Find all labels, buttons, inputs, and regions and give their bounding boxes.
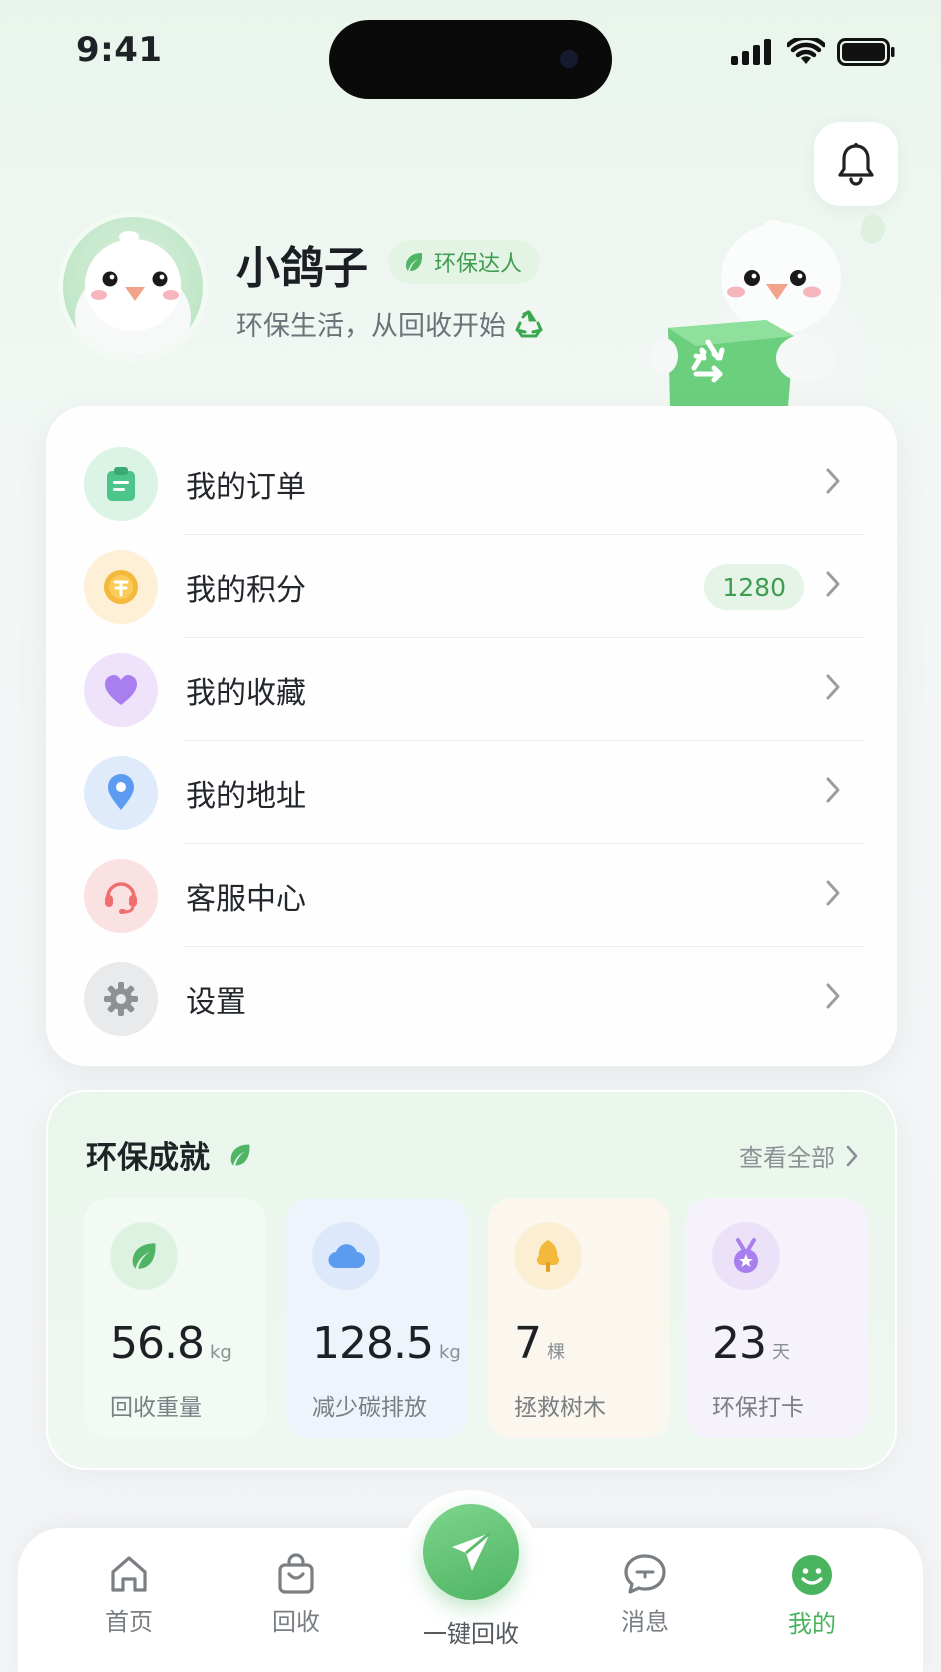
chevron-right-icon — [826, 468, 840, 494]
medal-icon — [712, 1222, 780, 1290]
stat-card-check-in-days[interactable]: 23 天 环保打卡 — [686, 1198, 868, 1438]
battery-icon — [837, 38, 895, 66]
chat-bubble-icon — [624, 1554, 666, 1594]
stat-card-recycle-weight[interactable]: 56.8 kg 回收重量 — [84, 1198, 266, 1438]
chevron-right-icon — [826, 880, 840, 906]
profile-motto: 环保生活，从回收开始 — [236, 304, 544, 343]
stat-label: 回收重量 — [110, 1395, 202, 1421]
menu-item-address[interactable]: 我的地址 — [84, 741, 864, 844]
dynamic-island — [329, 20, 612, 99]
nav-label: 消息 — [621, 1608, 669, 1636]
stat-label: 减少碳排放 — [312, 1395, 427, 1421]
nav-home[interactable]: 首页 — [69, 1552, 189, 1637]
nav-messages[interactable]: 消息 — [585, 1552, 705, 1637]
location-pin-icon — [84, 755, 158, 830]
headset-icon — [84, 858, 158, 933]
chevron-right-icon — [846, 1145, 858, 1166]
menu-card: 我的订单 我的积分 1280 我的收藏 我的地址 客服中心 设置 — [46, 406, 897, 1066]
status-icons — [731, 38, 895, 66]
status-time: 9:41 — [76, 30, 163, 70]
nav-label: 我的 — [788, 1610, 836, 1638]
mascot-pigeon-with-recycle-box — [650, 214, 886, 428]
shopping-bag-icon — [278, 1553, 314, 1594]
leaf-icon — [110, 1222, 178, 1290]
gear-icon — [84, 961, 158, 1036]
points-value-badge: 1280 — [704, 564, 804, 610]
badge-label: 环保达人 — [434, 252, 523, 277]
notification-button[interactable] — [814, 122, 898, 206]
stat-card-trees-saved[interactable]: 7棵 拯救树木 — [488, 1198, 670, 1438]
stat-card-carbon-reduction[interactable]: 128.5 kg 减少碳排放 — [286, 1198, 468, 1438]
wifi-icon — [787, 38, 825, 64]
menu-item-favorites[interactable]: 我的收藏 — [84, 638, 864, 741]
clipboard-icon — [84, 446, 158, 521]
avatar[interactable] — [58, 212, 208, 362]
leaf-icon — [230, 1144, 250, 1165]
heart-icon — [84, 652, 158, 727]
coin-icon — [84, 549, 158, 624]
chevron-right-icon — [826, 777, 840, 803]
motto-text: 环保生活，从回收开始 — [236, 311, 506, 342]
pigeon-avatar-icon — [75, 231, 191, 357]
bell-icon — [838, 143, 874, 186]
menu-item-customer-service[interactable]: 客服中心 — [84, 844, 864, 947]
stat-value: 23 — [712, 1318, 767, 1369]
quick-recycle-button[interactable] — [423, 1504, 519, 1600]
achievements-title: 环保成就 — [86, 1132, 254, 1177]
stat-value: 7 — [514, 1318, 542, 1369]
menu-item-label: 我的积分 — [186, 572, 306, 608]
leaf-icon — [406, 253, 423, 271]
recycle-icon — [515, 310, 543, 337]
achievements-title-text: 环保成就 — [86, 1140, 210, 1176]
nav-label: 回收 — [272, 1608, 320, 1636]
chevron-right-icon — [826, 674, 840, 700]
stat-unit: kg — [209, 1342, 232, 1363]
view-all-link[interactable]: 查看全部 — [739, 1138, 859, 1173]
menu-item-label: 我的地址 — [186, 778, 306, 814]
menu-item-points[interactable]: 我的积分 1280 — [84, 535, 864, 638]
nav-recycle[interactable]: 回收 — [236, 1552, 356, 1637]
view-all-label: 查看全部 — [739, 1144, 835, 1172]
menu-item-label: 我的收藏 — [186, 675, 306, 711]
stat-unit: kg — [438, 1342, 461, 1363]
cloud-icon — [312, 1222, 380, 1290]
chevron-right-icon — [826, 983, 840, 1009]
stat-value: 56.8 — [110, 1318, 205, 1369]
stat-unit: 天 — [772, 1342, 790, 1363]
stat-label: 环保打卡 — [712, 1395, 804, 1421]
menu-item-label: 设置 — [186, 984, 246, 1020]
menu-item-label: 客服中心 — [186, 881, 306, 917]
home-icon — [111, 1556, 147, 1592]
tree-icon — [514, 1222, 582, 1290]
achievements-card: 环保成就 查看全部 56.8 kg 回收重量 128.5 kg 减少碳排放 7棵 拯… — [46, 1090, 897, 1470]
menu-item-label: 我的订单 — [186, 469, 306, 505]
stat-label: 拯救树木 — [514, 1395, 606, 1421]
eco-expert-badge: 环保达人 — [388, 240, 541, 284]
chevron-right-icon — [826, 571, 840, 597]
menu-item-orders[interactable]: 我的订单 — [84, 432, 864, 535]
stat-unit: 棵 — [547, 1342, 565, 1363]
paper-plane-icon — [452, 1531, 491, 1571]
stat-value: 128.5 — [312, 1318, 434, 1369]
nav-label: 首页 — [105, 1608, 153, 1636]
menu-item-settings[interactable]: 设置 — [84, 947, 864, 1050]
signal-icon — [731, 39, 771, 65]
nav-mine[interactable]: 我的 — [752, 1552, 872, 1639]
smiley-face-icon — [792, 1555, 832, 1595]
quick-recycle-label: 一键回收 — [423, 1620, 519, 1648]
username: 小鸽子 — [236, 243, 368, 294]
